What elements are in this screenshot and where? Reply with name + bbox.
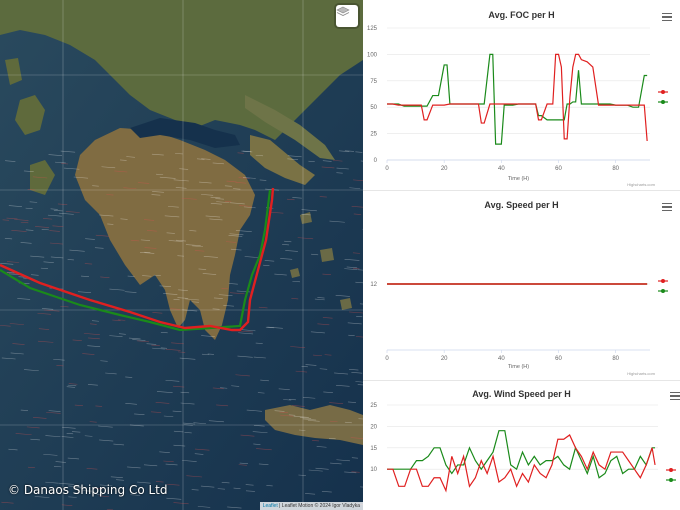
layers-icon: [336, 6, 350, 16]
series-line: [387, 430, 656, 479]
y-tick-label: 25: [370, 403, 377, 409]
attribution-text: | Leaflet Motion © 2024 Igor Vladyka: [277, 503, 360, 509]
y-tick-label: 75: [370, 79, 377, 85]
leaflet-link[interactable]: Leaflet: [263, 503, 278, 509]
series-line: [387, 53, 648, 142]
y-tick-label: 125: [367, 26, 378, 32]
map-canvas[interactable]: [0, 0, 363, 510]
legend-marker: [661, 279, 665, 283]
chart-credits: Highcharts.com: [627, 182, 655, 187]
x-tick-label: 40: [498, 356, 505, 362]
x-tick-label: 40: [498, 166, 505, 172]
foc-chart: Avg. FOC per H 0 25 50 75 100 125 0 20 40 60 80 Tim…: [363, 0, 680, 190]
x-tick-label: 0: [385, 356, 389, 362]
y-tick-label: 50: [370, 105, 377, 111]
wind-chart: Avg. Wind Speed per H 10152025020406080: [363, 380, 680, 510]
charts-panel: Avg. FOC per H 0 25 50 75 100 125 0 20 40 60 80 Tim…: [363, 0, 680, 510]
speed-chart-plot: 12 0 20 40 60 80 Time (H) Highcharts.com: [370, 279, 668, 376]
x-tick-label: 20: [441, 356, 448, 362]
x-tick-label: 20: [441, 166, 448, 172]
y-tick-label: 25: [370, 132, 377, 138]
layers-button[interactable]: [336, 5, 358, 27]
speed-chart: Avg. Speed per H 12 0 20 40 60 80 Time (H) High…: [363, 190, 680, 380]
y-tick-label: 15: [370, 446, 377, 452]
x-tick-label: 80: [612, 356, 619, 362]
x-tick-label: 80: [612, 166, 619, 172]
x-tick-label: 0: [385, 166, 389, 172]
legend-marker: [661, 289, 665, 293]
x-tick-label: 60: [555, 166, 562, 172]
legend-marker: [661, 90, 665, 94]
app-root: © Danaos Shipping Co Ltd Leaflet | Leafl…: [0, 0, 680, 510]
legend-marker: [669, 478, 673, 482]
legend-marker: [669, 468, 673, 472]
legend-marker: [661, 100, 665, 104]
y-tick-label: 20: [370, 424, 377, 430]
y-tick-label: 12: [370, 282, 377, 288]
x-tick-label: 60: [555, 356, 562, 362]
voyage-map[interactable]: © Danaos Shipping Co Ltd Leaflet | Leafl…: [0, 0, 363, 510]
series-line: [387, 53, 648, 145]
y-tick-label: 0: [374, 158, 378, 164]
x-axis-title: Time (H): [508, 364, 529, 370]
x-axis-title: Time (H): [508, 176, 529, 182]
foc-chart-plot: 0 25 50 75 100 125 0 20 40 60 80 Time (H) Highcharts…: [367, 26, 668, 187]
series-line: [387, 434, 656, 493]
y-tick-label: 10: [370, 467, 377, 473]
y-tick-label: 100: [367, 52, 378, 58]
copyright-text: © Danaos Shipping Co Ltd: [8, 483, 168, 497]
chart-credits: Highcharts.com: [627, 371, 655, 376]
wind-chart-plot: 10152025020406080: [370, 403, 676, 493]
map-attribution: Leaflet | Leaflet Motion © 2024 Igor Vla…: [259, 502, 363, 510]
